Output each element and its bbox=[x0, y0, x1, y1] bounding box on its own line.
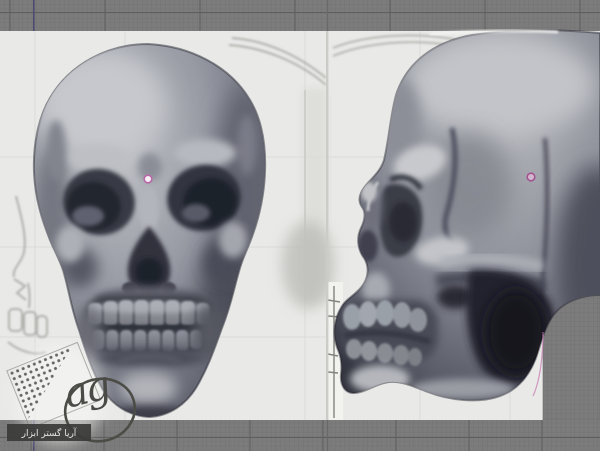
viewport-canvas: ag آریا گستر ابزار bbox=[0, 0, 600, 451]
vertex-marker-side[interactable] bbox=[526, 172, 536, 182]
sculpting-app-screenshot: ag آریا گستر ابزار bbox=[0, 0, 600, 451]
panel-divider bbox=[326, 0, 329, 451]
grid-band-top bbox=[0, 0, 600, 31]
watermark-company-bar: آریا گستر ابزار bbox=[7, 424, 91, 441]
watermark-company-text: آریا گستر ابزار bbox=[21, 427, 77, 439]
vertex-marker-front[interactable] bbox=[143, 174, 153, 184]
side-teeth bbox=[342, 300, 438, 366]
axis-line-top bbox=[33, 0, 35, 31]
